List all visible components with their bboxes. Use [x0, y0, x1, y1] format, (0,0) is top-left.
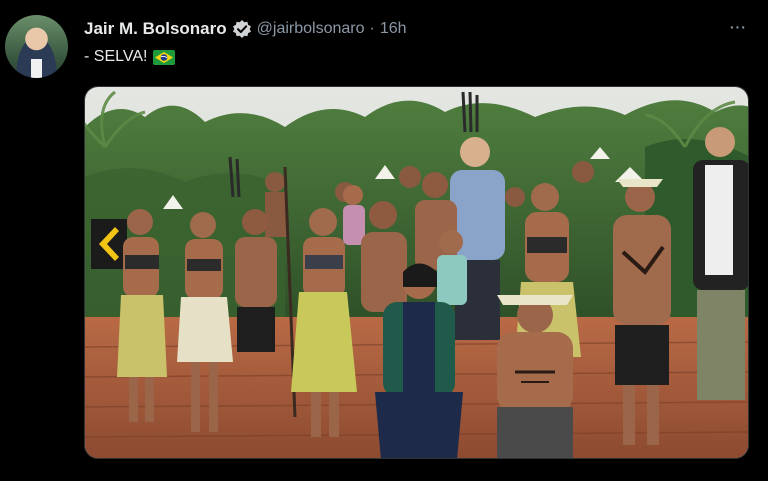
author-display-name[interactable]: Jair M. Bolsonaro [84, 19, 227, 39]
tweet-header: Jair M. Bolsonaro @jairbolsonaro · 16h [84, 16, 407, 42]
tweet-photo[interactable] [84, 86, 749, 459]
avatar-shirt [31, 59, 42, 78]
brazil-flag-icon [153, 49, 176, 65]
verified-badge-icon [232, 19, 252, 39]
tweet[interactable]: Jair M. Bolsonaro @jairbolsonaro · 16h ·… [0, 0, 768, 481]
tweet-timestamp[interactable]: 16h [380, 20, 407, 38]
tweet-text: - SELVA! [84, 48, 148, 65]
more-options-icon[interactable]: ··· [722, 16, 752, 38]
author-avatar[interactable] [5, 15, 68, 78]
group-photo-jungle [85, 87, 748, 458]
author-handle[interactable]: @jairbolsonaro [257, 20, 365, 38]
header-separator: · [369, 20, 375, 37]
tweet-text-row: - SELVA! [84, 46, 176, 68]
